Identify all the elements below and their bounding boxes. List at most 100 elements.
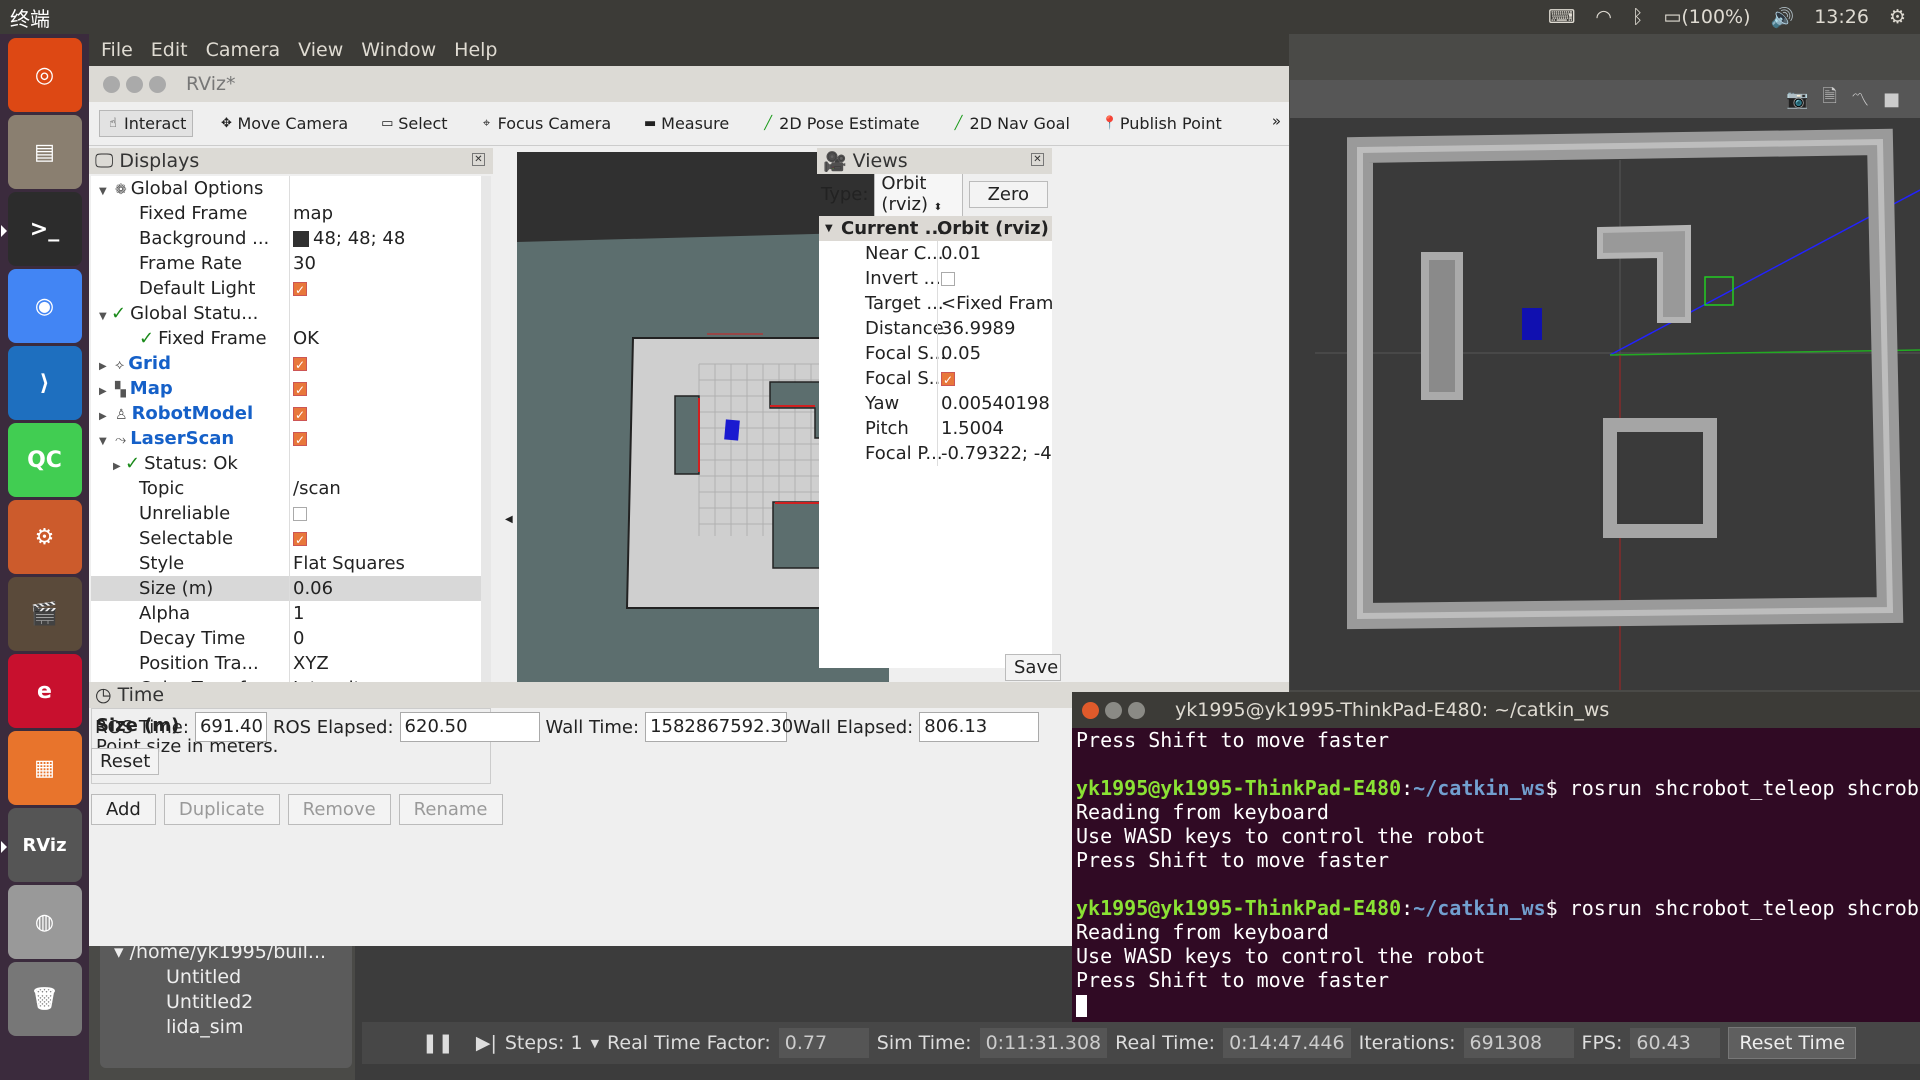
tool-interact[interactable]: ☝ Interact (99, 110, 194, 137)
display-row[interactable]: ▼ ❁ Global Options (91, 176, 481, 201)
property-value[interactable] (289, 176, 481, 201)
checkbox[interactable] (293, 528, 307, 551)
view-property-value[interactable]: 0.01 (937, 241, 1052, 266)
checkbox[interactable] (941, 368, 955, 391)
settings-launcher[interactable]: ⚙ (7, 500, 82, 574)
property-value[interactable] (289, 426, 481, 451)
rename-button[interactable]: Rename (398, 794, 503, 825)
expand-arrow-icon[interactable]: ▼ (825, 216, 833, 241)
clock[interactable]: 13:26 (1814, 6, 1869, 28)
volume-icon[interactable]: 🔊 (1771, 6, 1795, 29)
view-property-row[interactable]: Focal S... 0.05 (819, 341, 1052, 366)
view-property-value[interactable]: 0.05 (937, 341, 1052, 366)
tool-select[interactable]: ▭ Select (374, 111, 453, 136)
display-row[interactable]: ✓ Fixed Frame OK (91, 326, 481, 351)
view-type-select[interactable]: Orbit (rviz) ⬍ (874, 170, 963, 218)
property-value[interactable] (289, 301, 481, 326)
tree-item[interactable]: Untitled2 (100, 990, 352, 1015)
tree-item[interactable]: lida_sim (100, 1015, 352, 1040)
rviz-launcher[interactable]: RViz (0, 808, 82, 882)
view-property-row[interactable]: Focal S... (819, 366, 1052, 391)
ros-elapsed-field[interactable]: 620.50 (399, 712, 540, 742)
checkbox[interactable] (293, 278, 307, 301)
property-value[interactable]: Flat Squares (289, 551, 481, 576)
menu-file[interactable]: File (101, 39, 133, 61)
remove-button[interactable]: Remove (287, 794, 391, 825)
property-value[interactable]: /scan (289, 476, 481, 501)
terminal-launcher[interactable]: >_ (0, 192, 82, 266)
screenshot-icon[interactable]: 📷 (1786, 89, 1808, 110)
view-property-row[interactable]: ▶Focal P...-0.79322; -4.... (819, 441, 1052, 466)
display-row[interactable]: ▶ ♙ RobotModel (91, 401, 481, 426)
keyboard-icon[interactable]: ⌨ (1548, 6, 1575, 28)
property-value[interactable] (289, 351, 481, 376)
checkbox[interactable] (293, 428, 307, 451)
property-value[interactable] (289, 276, 481, 301)
editor-launcher[interactable]: e (7, 654, 82, 728)
trash-launcher[interactable]: 🗑 (7, 962, 82, 1036)
display-row[interactable]: ▼ ✓ Global Statu... (91, 301, 481, 326)
minimize-window-button[interactable] (126, 75, 143, 93)
display-row[interactable]: Frame Rate 30 (91, 251, 481, 276)
tool-2d-nav-goal[interactable]: ╱ 2D Nav Goal (946, 111, 1076, 136)
views-current-header[interactable]: ▼ Current ... Orbit (rviz) (819, 216, 1052, 241)
close-panel-icon[interactable]: ✕ (472, 153, 485, 166)
property-value[interactable] (289, 376, 481, 401)
terminal-minimize-button[interactable] (1105, 701, 1122, 719)
property-value[interactable]: 0 (289, 626, 481, 651)
gazebo-scene[interactable] (1290, 80, 1920, 690)
view-property-row[interactable]: Pitch 1.5004 (819, 416, 1052, 441)
reset-time-button[interactable]: Reset Time (1728, 1027, 1857, 1059)
ubuntu-launcher[interactable]: ◎ (7, 38, 82, 112)
property-value[interactable] (289, 451, 481, 476)
reset-button[interactable]: Reset (91, 748, 160, 775)
display-row[interactable]: Alpha 1 (91, 601, 481, 626)
checkbox[interactable] (293, 353, 307, 376)
ros-time-field[interactable]: 691.40 (194, 712, 267, 742)
display-row[interactable]: Topic/scan (91, 476, 481, 501)
view-property-row[interactable]: Target ...<Fixed Frame> (819, 291, 1052, 316)
view-property-value[interactable] (937, 366, 1052, 391)
views-tree[interactable]: ▼ Current ... Orbit (rviz) Near C... 0.01 Inv… (819, 216, 1052, 668)
view-property-value[interactable]: 36.9989 (937, 316, 1052, 341)
displays-scrollbar[interactable] (481, 176, 491, 706)
view-property-value[interactable] (937, 266, 1052, 291)
tool-2d-pose-estimate[interactable]: ╱ 2D Pose Estimate (755, 111, 925, 136)
video-editor-launcher[interactable]: 🎬 (7, 577, 82, 651)
view-property-value[interactable]: -0.79322; -4.... (937, 441, 1052, 466)
display-row[interactable]: Unreliable (91, 501, 481, 526)
display-row[interactable]: Style Flat Squares (91, 551, 481, 576)
chrome-launcher[interactable]: ◉ (7, 269, 82, 343)
color-swatch[interactable] (293, 231, 309, 247)
close-views-icon[interactable]: ✕ (1031, 153, 1044, 166)
menu-camera[interactable]: Camera (206, 39, 281, 61)
property-value[interactable] (289, 501, 481, 526)
save-view-button[interactable]: Save (1005, 654, 1061, 681)
display-row[interactable]: Default Light (91, 276, 481, 301)
view-property-row[interactable]: Yaw 0.00540198 (819, 391, 1052, 416)
display-row[interactable]: ▶ ⟡ Grid (91, 351, 481, 376)
disk-launcher[interactable]: ◍ (7, 885, 82, 959)
view-property-value[interactable]: <Fixed Frame> (937, 291, 1052, 316)
terminal-maximize-button[interactable] (1128, 701, 1145, 719)
power-gear-icon[interactable]: ⚙ (1889, 6, 1906, 28)
step-icon[interactable]: ▶| (476, 1032, 497, 1054)
box-launcher[interactable]: ▦ (7, 731, 82, 805)
display-row[interactable]: ▶ ▚ Map (91, 376, 481, 401)
zero-button[interactable]: Zero (968, 180, 1048, 208)
tool-publish-point[interactable]: 📍 Publish Point (1096, 111, 1228, 136)
battery-indicator[interactable]: ▭(100%) (1663, 6, 1750, 28)
checkbox[interactable] (293, 403, 307, 426)
property-value[interactable]: map (289, 201, 481, 226)
displays-tree[interactable]: ▼ ❁ Global Options Fixed Frame map Background… (91, 176, 481, 706)
qtcreator-launcher[interactable]: QC (7, 423, 82, 497)
property-value[interactable]: OK (289, 326, 481, 351)
view-property-value[interactable]: 0.00540198 (937, 391, 1052, 416)
display-row[interactable]: ▼ ⤳ LaserScan (91, 426, 481, 451)
files-launcher[interactable]: ▤ (7, 115, 82, 189)
view-property-value[interactable]: 1.5004 (937, 416, 1052, 441)
steps-control[interactable]: Steps: 1 (505, 1032, 583, 1054)
display-row[interactable]: Position Tra... XYZ (91, 651, 481, 676)
menu-window[interactable]: Window (361, 39, 436, 61)
tool-focus-camera[interactable]: ⌖ Focus Camera (474, 111, 618, 136)
